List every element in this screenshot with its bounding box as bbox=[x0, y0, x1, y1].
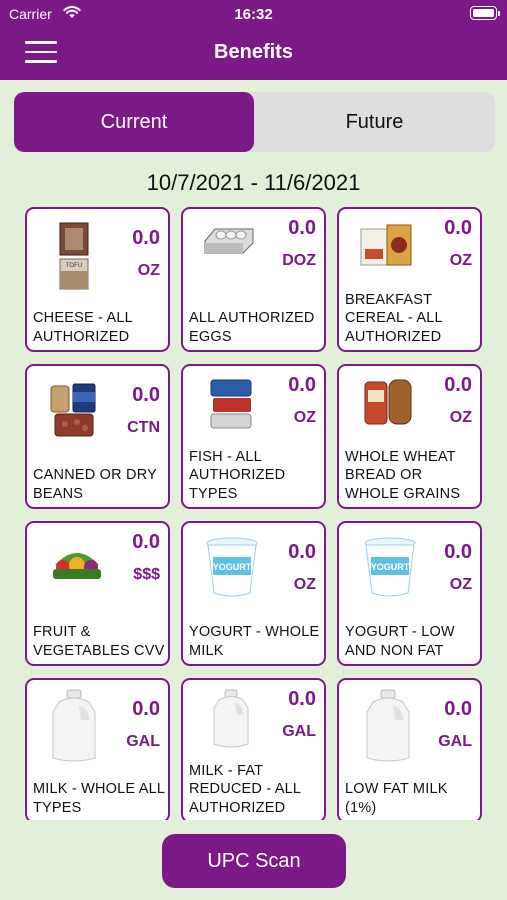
benefit-card-fish[interactable]: 0.0 OZ FISH - ALL AUTHORIZED TYPES bbox=[181, 364, 326, 509]
benefit-name: YOGURT - WHOLE MILK bbox=[189, 624, 320, 659]
benefit-unit: $$$ bbox=[133, 566, 160, 583]
benefit-unit: OZ bbox=[137, 262, 160, 279]
milk-jug-icon bbox=[366, 689, 410, 762]
benefit-card-cheese[interactable]: TOFU 0.0 OZ CHEESE - ALL AUTHORIZED bbox=[25, 207, 170, 352]
benefit-card-milk-whole[interactable]: 0.0 GAL MILK - WHOLE ALL TYPES bbox=[25, 678, 170, 820]
benefits-grid: TOFU 0.0 OZ CHEESE - ALL AUTHORIZED 0.0 DO… bbox=[0, 0, 507, 820]
benefit-qty: 0.0 bbox=[132, 531, 160, 553]
benefit-card-produce[interactable]: 0.0 $$$ FRUIT & VEGETABLES CVV bbox=[25, 521, 170, 666]
benefit-qty: 0.0 bbox=[444, 541, 472, 563]
cheese-icon: TOFU bbox=[59, 222, 89, 290]
eggs-icon bbox=[204, 228, 254, 254]
benefit-unit: OZ bbox=[293, 576, 316, 593]
benefit-unit: CTN bbox=[127, 419, 160, 436]
benefit-qty: 0.0 bbox=[288, 541, 316, 563]
benefit-name: MILK - WHOLE ALL TYPES bbox=[33, 781, 165, 816]
milk-jug-icon bbox=[52, 689, 96, 762]
benefit-qty: 0.0 bbox=[132, 384, 160, 406]
benefit-name: CHEESE - ALL AUTHORIZED bbox=[33, 310, 133, 345]
svg-text:YOGURT: YOGURT bbox=[371, 562, 410, 572]
benefit-qty: 0.0 bbox=[288, 374, 316, 396]
benefit-unit: OZ bbox=[293, 409, 316, 426]
milk-jug-icon bbox=[213, 689, 249, 748]
benefit-unit: OZ bbox=[449, 252, 472, 269]
benefit-name: BREAKFAST CEREAL - ALL AUTHORIZED bbox=[345, 291, 443, 345]
benefit-unit: GAL bbox=[438, 733, 472, 750]
benefit-name: FISH - ALL AUTHORIZED TYPES bbox=[189, 448, 286, 502]
benefit-card-yogurt-low-fat[interactable]: YOGURT 0.0 OZ YOGURT - LOW AND NON FAT bbox=[337, 521, 482, 666]
benefit-card-yogurt-whole[interactable]: YOGURT 0.0 OZ YOGURT - WHOLE MILK bbox=[181, 521, 326, 666]
benefit-name: YOGURT - LOW AND NON FAT bbox=[345, 624, 455, 659]
benefit-name: MILK - FAT REDUCED - ALL AUTHORIZED bbox=[189, 762, 301, 816]
benefit-qty: 0.0 bbox=[444, 698, 472, 720]
benefit-qty: 0.0 bbox=[132, 698, 160, 720]
benefit-card-cereal[interactable]: 0.0 OZ BREAKFAST CEREAL - ALL AUTHORIZED bbox=[337, 207, 482, 352]
benefit-name: LOW FAT MILK (1%) bbox=[345, 781, 448, 816]
benefit-unit: GAL bbox=[126, 733, 160, 750]
benefit-unit: OZ bbox=[449, 576, 472, 593]
benefit-name: ALL AUTHORIZED EGGS bbox=[189, 310, 315, 345]
benefit-name: FRUIT & VEGETABLES CVV bbox=[33, 624, 165, 659]
cereal-icon bbox=[360, 224, 412, 266]
benefit-unit: DOZ bbox=[282, 252, 316, 269]
bread-icon bbox=[364, 379, 412, 425]
benefit-name: CANNED OR DRY BEANS bbox=[33, 467, 157, 502]
benefit-unit: OZ bbox=[449, 409, 472, 426]
benefit-card-bread[interactable]: 0.0 OZ WHOLE WHEAT BREAD OR WHOLE GRAINS bbox=[337, 364, 482, 509]
upc-scan-button[interactable]: UPC Scan bbox=[162, 834, 346, 888]
benefit-unit: GAL bbox=[282, 723, 316, 740]
benefit-card-milk-low-fat[interactable]: 0.0 GAL LOW FAT MILK (1%) bbox=[337, 678, 482, 820]
svg-text:TOFU: TOFU bbox=[66, 263, 82, 269]
svg-text:YOGURT: YOGURT bbox=[213, 562, 252, 572]
produce-icon bbox=[53, 553, 101, 579]
benefit-card-beans[interactable]: 0.0 CTN CANNED OR DRY BEANS bbox=[25, 364, 170, 509]
beans-icon bbox=[50, 383, 96, 437]
benefit-card-milk-reduced[interactable]: 0.0 GAL MILK - FAT REDUCED - ALL AUTHORIZ… bbox=[181, 678, 326, 820]
benefit-name: WHOLE WHEAT BREAD OR WHOLE GRAINS bbox=[345, 448, 461, 502]
benefit-qty: 0.0 bbox=[288, 217, 316, 239]
yogurt-icon: YOGURT bbox=[364, 537, 416, 597]
benefit-qty: 0.0 bbox=[132, 227, 160, 249]
benefit-qty: 0.0 bbox=[288, 688, 316, 710]
benefit-qty: 0.0 bbox=[444, 217, 472, 239]
yogurt-icon: YOGURT bbox=[206, 537, 258, 597]
canned-fish-icon bbox=[210, 379, 252, 429]
benefit-card-eggs[interactable]: 0.0 DOZ ALL AUTHORIZED EGGS bbox=[181, 207, 326, 352]
benefit-qty: 0.0 bbox=[444, 374, 472, 396]
